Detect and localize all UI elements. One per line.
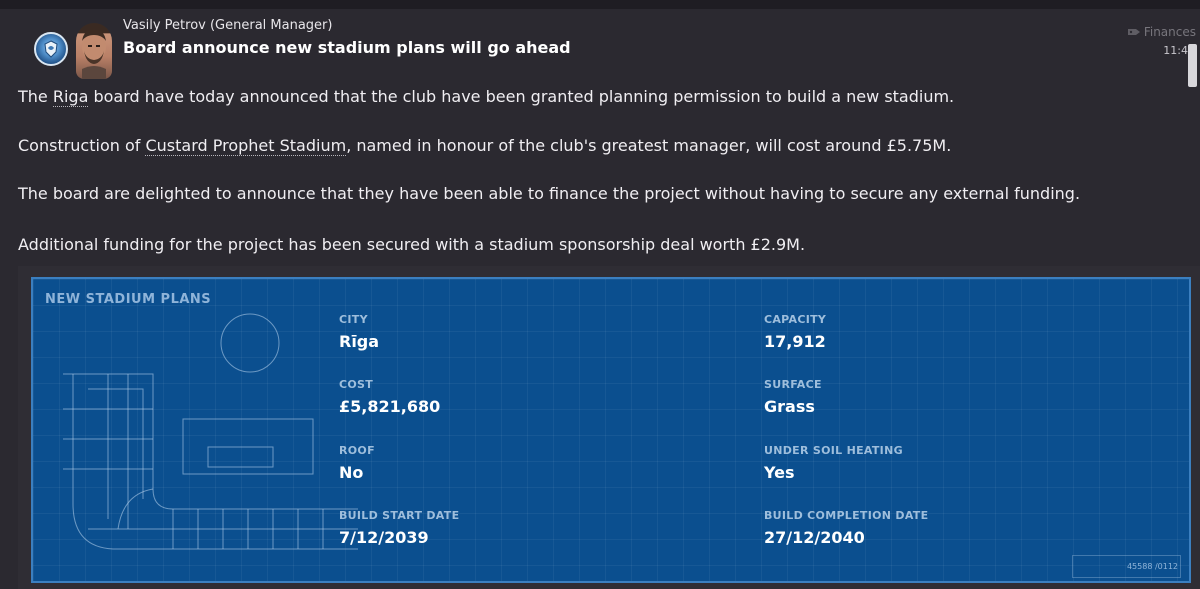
- sender-name[interactable]: Vasily Petrov (General Manager): [123, 18, 332, 33]
- start-date-value: 7/12/2039: [339, 528, 429, 547]
- stadium-blueprint: NEW STADIUM PLANS CITY Rīga CAPACITY 17,…: [31, 277, 1191, 583]
- city-field: CITY Rīga: [339, 313, 379, 351]
- city-link[interactable]: Riga: [52, 87, 89, 107]
- body-paragraph-2: Construction of Custard Prophet Stadium,…: [18, 136, 952, 156]
- scrollbar-thumb[interactable]: [1188, 44, 1197, 87]
- sender-avatar[interactable]: [76, 23, 112, 79]
- text: board have today announced that the club…: [88, 87, 955, 106]
- roof-field: ROOF No: [339, 444, 375, 482]
- drawing-stamp: 45588 /0112: [1126, 562, 1178, 571]
- body-paragraph-3: The board are delighted to announce that…: [18, 184, 1081, 203]
- roof-value: No: [339, 463, 364, 482]
- blueprint-title: NEW STADIUM PLANS: [45, 292, 212, 307]
- roof-label: ROOF: [339, 444, 375, 457]
- heating-label: UNDER SOIL HEATING: [764, 444, 903, 457]
- text: Construction of: [18, 136, 146, 155]
- capacity-label: CAPACITY: [764, 313, 827, 326]
- body-paragraph-4: Additional funding for the project has b…: [18, 235, 806, 254]
- text: , named in honour of the club's greatest…: [346, 136, 952, 155]
- completion-date-label: BUILD COMPLETION DATE: [764, 509, 929, 522]
- surface-value: Grass: [764, 397, 815, 416]
- surface-field: SURFACE Grass: [764, 378, 822, 416]
- completion-date-field: BUILD COMPLETION DATE 27/12/2040: [764, 509, 928, 547]
- tag-icon: [1127, 29, 1140, 35]
- capacity-field: CAPACITY 17,912: [764, 313, 826, 351]
- city-label: CITY: [339, 313, 368, 326]
- club-crest-icon[interactable]: [34, 32, 68, 66]
- heating-value: Yes: [764, 463, 795, 482]
- city-value[interactable]: Rīga: [339, 332, 379, 351]
- start-date-label: BUILD START DATE: [339, 509, 460, 522]
- category-tag[interactable]: Finances: [1127, 25, 1196, 39]
- start-date-field: BUILD START DATE 7/12/2039: [339, 509, 459, 547]
- capacity-value: 17,912: [764, 332, 826, 351]
- cost-value: £5,821,680: [339, 397, 441, 416]
- top-bar: [0, 0, 1200, 9]
- cost-label: COST: [339, 378, 374, 391]
- stadium-link[interactable]: Custard Prophet Stadium: [145, 136, 347, 156]
- category-label: Finances: [1143, 25, 1196, 39]
- text: The: [18, 87, 53, 106]
- heating-field: UNDER SOIL HEATING Yes: [764, 444, 903, 482]
- cost-field: COST £5,821,680: [339, 378, 440, 416]
- completion-date-value: 27/12/2040: [764, 528, 865, 547]
- body-paragraph-1: The Riga board have today announced that…: [18, 87, 955, 107]
- surface-label: SURFACE: [764, 378, 822, 391]
- message-subject: Board announce new stadium plans will go…: [123, 38, 571, 57]
